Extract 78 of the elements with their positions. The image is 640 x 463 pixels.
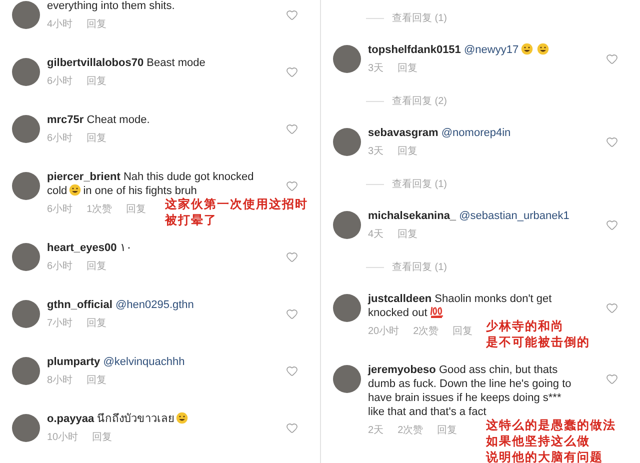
handwritten-annotation: 这特么的是愚蠢的做法 如果他坚持这么做 说明他的大脑有问题 [486,417,616,463]
like-count[interactable]: 2次赞 [398,425,424,437]
view-replies-link[interactable]: 查看回复 (1) [392,260,447,274]
like-heart-icon[interactable] [286,9,298,21]
like-heart-icon[interactable] [286,422,298,434]
like-heart-icon[interactable] [286,251,298,263]
reply-link[interactable]: 回复 [86,261,107,273]
laughing-face-icon [520,43,533,55]
like-heart-icon[interactable] [286,180,298,192]
like-heart-icon[interactable] [286,365,298,377]
avatar-placeholder[interactable] [12,300,40,328]
reply-link[interactable]: 回复 [126,204,146,216]
like-count[interactable]: 1次赞 [86,204,112,216]
avatar-placeholder[interactable] [333,45,361,73]
reply-link[interactable]: 回复 [437,425,458,437]
avatar-placeholder[interactable] [12,1,40,29]
avatar-placeholder[interactable] [12,115,40,143]
comment-text: jeremyobeso Good ass chin, but thats dumb as fuck. Down the line he's going to have brain issues if he keeps doing s*** like that and that's a fact [368,363,572,418]
avatar-placeholder[interactable] [12,243,40,271]
comment-time: 3天 [368,146,384,158]
reply-link[interactable]: 回复 [452,326,473,338]
laughing-face-icon [536,43,549,55]
reply-link[interactable]: 回复 [92,432,112,444]
reply-link[interactable]: 回复 [86,318,107,330]
handwritten-annotation: 这家伙第一次使用这招时 被打晕了 [165,196,308,228]
like-heart-icon[interactable] [606,373,618,385]
reply-link[interactable]: 回复 [398,146,418,158]
comment-text: o.payyaa นึกถึงบัวขาวเลย [47,412,259,426]
comment-text: plumparty @kelvinquachhh [47,355,186,369]
like-count[interactable]: 2次赞 [413,326,439,338]
comment-time: 10小时 [47,432,78,444]
reply-link[interactable]: 回复 [86,19,107,31]
avatar-placeholder[interactable] [12,357,40,385]
view-replies-link[interactable]: 查看回复 (1) [392,11,447,25]
comment-text: sebavasgram @nomorep4in [368,126,512,140]
like-heart-icon[interactable] [606,136,618,148]
comment-text: everything into them shits. [47,0,176,13]
reply-link[interactable]: 回复 [86,133,107,145]
comment-time: 20小时 [368,326,400,338]
laughing-face-icon [69,184,82,196]
handwritten-annotation: 少林寺的和尚 是不可能被击倒的 [486,318,590,350]
comment-time: 6小时 [47,204,73,216]
comment-time: 7小时 [47,318,73,330]
comment-text: justcalldeen Shaolin monks don't get knocked out [368,292,553,320]
avatar-placeholder[interactable] [12,414,40,442]
comment-time: 3天 [368,63,384,75]
avatar-placeholder[interactable] [333,365,361,393]
comment-time: 6小时 [47,261,73,273]
comment-text: michalsekanina_ @sebastian_urbanek1 [368,209,570,223]
comment-time: 4小时 [47,19,73,31]
comment-text: mrc75r Cheat mode. [47,113,151,127]
comment-text: piercer_brient Nah this dude got knocked cold in one of his fights bruh [47,170,255,198]
like-heart-icon[interactable] [286,123,298,135]
avatar-placeholder[interactable] [12,172,40,200]
avatar-placeholder[interactable] [333,294,361,322]
avatar-placeholder[interactable] [333,211,361,239]
like-heart-icon[interactable] [286,308,298,320]
comment-time: 4天 [368,229,384,241]
avatar-placeholder[interactable] [12,58,40,86]
comment-time: 2天 [368,425,384,437]
comment-text: gthn_official @hen0295.gthn [47,298,195,312]
avatar-placeholder[interactable] [333,128,361,156]
comment-text: gilbertvillalobos70 Beast mode [47,56,206,70]
view-replies-link[interactable]: 查看回复 (2) [392,94,447,108]
comment-time: 6小时 [47,76,73,88]
grinning-face-icon [176,412,188,424]
view-replies-link[interactable]: 查看回复 (1) [392,177,447,191]
comment-time: 8小时 [47,375,73,387]
reply-link[interactable]: 回复 [86,76,107,88]
like-heart-icon[interactable] [286,66,298,78]
like-heart-icon[interactable] [606,53,618,65]
reply-link[interactable]: 回复 [398,229,418,241]
like-heart-icon[interactable] [606,219,618,231]
comment-time: 6小时 [47,133,73,145]
like-heart-icon[interactable] [606,302,618,314]
reply-link[interactable]: 回复 [398,63,418,75]
reply-link[interactable]: 回复 [86,375,107,387]
comment-text: topshelfdank0151 @newyy17 [368,43,580,57]
